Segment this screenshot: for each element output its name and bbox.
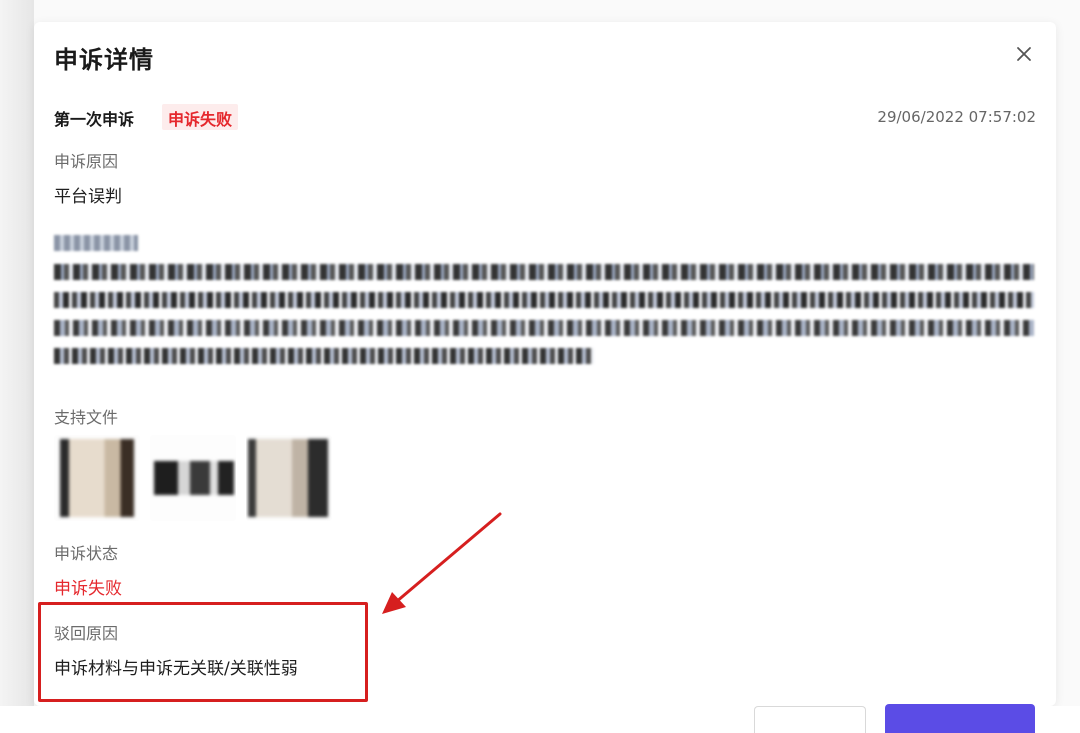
- files-label: 支持文件: [54, 408, 119, 427]
- status-value: 申诉失败: [54, 579, 122, 599]
- appeal-round: 第一次申诉: [54, 110, 135, 129]
- status-badge: 申诉失败: [162, 104, 239, 130]
- redacted-description: [54, 262, 1039, 374]
- file-thumbnail[interactable]: [246, 435, 332, 521]
- screen: 申诉详情 第一次申诉 申诉失败 29/06/2022 07:57:02 申诉原因…: [0, 0, 1080, 733]
- appeal-header: 第一次申诉 申诉失败 29/06/2022 07:57:02: [54, 104, 1036, 130]
- reason-value: 平台误判: [54, 187, 122, 207]
- appeal-timestamp: 29/06/2022 07:57:02: [877, 108, 1036, 126]
- page-backdrop: [0, 0, 34, 733]
- annotation-arrow-icon: [382, 512, 502, 614]
- primary-button[interactable]: [885, 704, 1035, 733]
- file-thumbnail[interactable]: [150, 435, 236, 521]
- cancel-button[interactable]: [754, 706, 866, 733]
- reason-label: 申诉原因: [54, 152, 119, 171]
- close-icon[interactable]: [1012, 42, 1036, 66]
- annotation-highlight-box: [38, 602, 368, 702]
- dialog-title: 申诉详情: [54, 46, 154, 74]
- status-label: 申诉状态: [54, 544, 119, 563]
- file-thumbnail[interactable]: [54, 435, 140, 521]
- redacted-label: [54, 235, 138, 251]
